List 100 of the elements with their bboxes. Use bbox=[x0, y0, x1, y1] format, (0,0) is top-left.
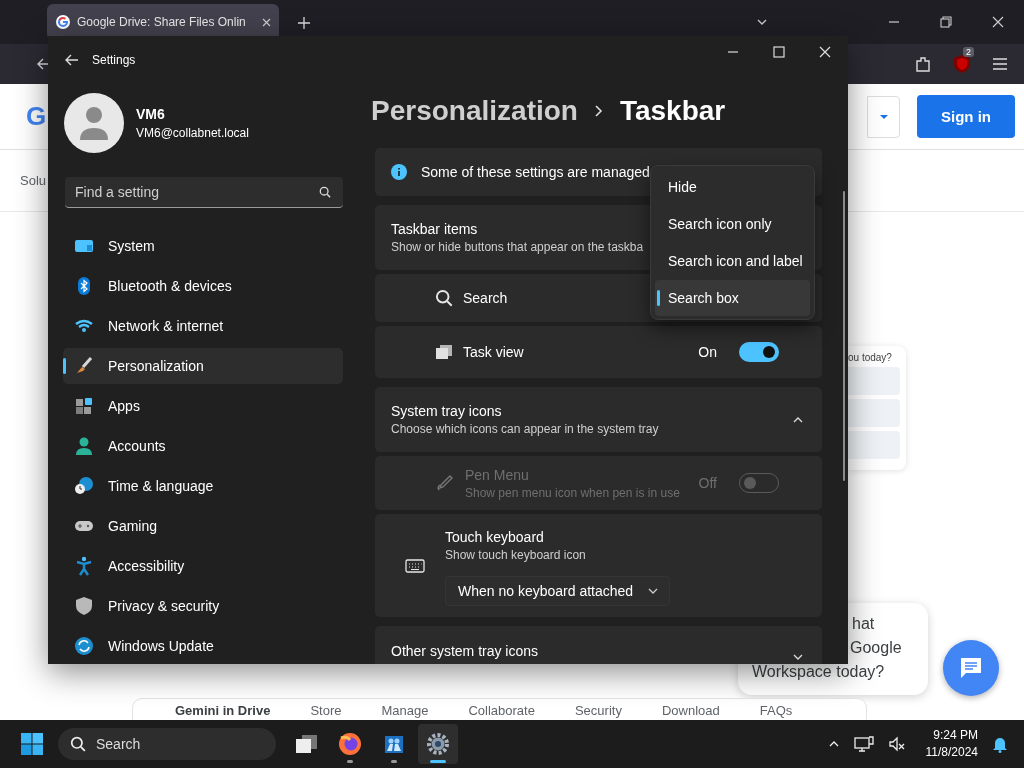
nav-link[interactable]: Solu bbox=[20, 173, 47, 188]
page-title: Taskbar bbox=[619, 95, 726, 127]
search-input[interactable]: Search bbox=[96, 736, 246, 752]
scrollbar[interactable] bbox=[843, 191, 845, 481]
breadcrumb-parent[interactable]: Personalization bbox=[371, 95, 578, 127]
favicon-icon bbox=[55, 14, 71, 30]
person-silhouette-icon bbox=[79, 106, 109, 140]
card-text: ou today? bbox=[848, 352, 893, 363]
search-field[interactable]: Find a setting bbox=[65, 177, 343, 208]
setting-title: Task view bbox=[463, 344, 524, 360]
setting-description: Choose which icons can appear in the system tray bbox=[391, 422, 659, 436]
nav-item[interactable]: System bbox=[63, 228, 343, 264]
bubble-text: Google bbox=[850, 638, 903, 658]
apps-icon bbox=[74, 396, 94, 416]
nav-link[interactable]: Store bbox=[310, 703, 342, 720]
preview-row bbox=[848, 399, 900, 427]
logo: G bbox=[26, 101, 47, 132]
nav-item[interactable]: Windows Update bbox=[63, 628, 343, 664]
nav-item[interactable]: Gaming bbox=[63, 508, 343, 544]
plus-icon[interactable] bbox=[297, 16, 311, 30]
setting-title: Search bbox=[463, 290, 508, 306]
window-title: Settings bbox=[92, 53, 136, 67]
pen-icon bbox=[435, 473, 455, 493]
gear-icon bbox=[426, 732, 450, 756]
nav-link[interactable]: Security bbox=[574, 703, 622, 720]
personalization-icon bbox=[74, 356, 94, 376]
windows-icon bbox=[20, 732, 44, 756]
clock-time[interactable]: 9:24 PM bbox=[925, 727, 978, 744]
chat-button[interactable] bbox=[943, 640, 999, 696]
setting-title: Taskbar items bbox=[391, 221, 478, 237]
search-icon bbox=[70, 736, 86, 752]
accounts-icon bbox=[74, 436, 94, 456]
search-icon bbox=[435, 289, 453, 307]
nav-title: Gemini in Drive bbox=[175, 703, 271, 720]
bubble-text: hat bbox=[852, 614, 876, 634]
stacked-windows-icon bbox=[435, 343, 453, 361]
toggle-state: Off bbox=[698, 475, 717, 491]
message-icon bbox=[958, 655, 984, 681]
bell-icon[interactable] bbox=[992, 735, 1008, 753]
preview-row bbox=[848, 431, 900, 459]
setting-title: Other system tray icons bbox=[391, 643, 539, 659]
preview-row bbox=[848, 367, 900, 395]
nav-item[interactable]: Time & language bbox=[63, 468, 343, 504]
time-icon bbox=[74, 476, 94, 496]
speaker-muted-icon[interactable] bbox=[887, 735, 906, 753]
setting-title: Pen Menu bbox=[465, 466, 529, 483]
setting-description: Show or hide buttons that appear on the taskba bbox=[391, 240, 644, 254]
caret-icon bbox=[878, 113, 889, 120]
search-input[interactable]: Find a setting bbox=[75, 184, 319, 200]
nav-item[interactable]: Network & internet bbox=[63, 308, 343, 344]
setting-title: Touch keyboard bbox=[445, 529, 544, 545]
close-icon[interactable] bbox=[992, 16, 1004, 28]
back-icon[interactable] bbox=[64, 52, 80, 68]
setting-description: Show touch keyboard icon bbox=[445, 548, 586, 562]
nav-item[interactable]: Privacy & security bbox=[63, 588, 343, 624]
nav-item[interactable]: Personalization bbox=[63, 348, 343, 384]
close-icon[interactable] bbox=[819, 46, 831, 58]
bubble-text: Workspace today? bbox=[752, 662, 886, 682]
browser-icon bbox=[338, 732, 362, 756]
setting-title: System tray icons bbox=[391, 403, 502, 419]
nav-link[interactable]: Collaborate bbox=[468, 703, 535, 720]
notice-text: Some of these settings are managed bbox=[421, 164, 650, 180]
toggle-switch[interactable] bbox=[739, 342, 779, 362]
section-header[interactable]: Other system tray icons bbox=[375, 626, 822, 664]
menu-item[interactable]: Search box bbox=[655, 280, 810, 316]
close-icon[interactable] bbox=[262, 17, 271, 27]
user-email: VM6@collabnet.local bbox=[136, 126, 249, 140]
chevron-right-icon bbox=[593, 104, 604, 118]
nav-item[interactable]: Bluetooth & devices bbox=[63, 268, 343, 304]
update-icon bbox=[74, 636, 94, 656]
menu-item[interactable]: Search icon only bbox=[655, 206, 810, 242]
stacked-windows-icon bbox=[294, 732, 318, 756]
search-icon bbox=[319, 186, 331, 198]
section-header[interactable]: System tray icons Choose which icons can appear in the system tray bbox=[375, 387, 822, 452]
taskbar-search[interactable]: Search bbox=[58, 728, 276, 760]
nav-link[interactable]: FAQs bbox=[759, 703, 793, 720]
monitor-icon[interactable] bbox=[853, 735, 874, 753]
toggle-state: On bbox=[698, 344, 717, 360]
restore-icon[interactable] bbox=[940, 16, 952, 28]
shield-icon[interactable] bbox=[952, 54, 972, 74]
puzzle-icon[interactable] bbox=[914, 55, 932, 73]
maximize-icon[interactable] bbox=[773, 46, 785, 58]
sign-in-button[interactable]: Sign in bbox=[917, 95, 1015, 138]
clock-date[interactable]: 11/8/2024 bbox=[925, 744, 978, 761]
user-name: VM6 bbox=[136, 106, 166, 122]
badge: 2 bbox=[963, 47, 974, 57]
nav-item[interactable]: Accounts bbox=[63, 428, 343, 464]
accessibility-icon bbox=[74, 556, 94, 576]
keyboard-icon bbox=[405, 557, 425, 574]
taskbar-app[interactable] bbox=[418, 724, 458, 764]
tab-title: Google Drive: Share Files Onlin bbox=[77, 15, 247, 29]
nav-item[interactable]: Apps bbox=[63, 388, 343, 424]
info-icon bbox=[391, 164, 407, 180]
nav-link[interactable]: Manage bbox=[381, 703, 429, 720]
setting-description: Show pen menu icon when pen is in use bbox=[465, 485, 680, 500]
menu-icon[interactable] bbox=[992, 57, 1008, 71]
dropdown[interactable]: When no keyboard attached bbox=[445, 576, 670, 606]
nav-link[interactable]: Download bbox=[661, 703, 720, 720]
menu-item[interactable]: Hide bbox=[655, 169, 810, 205]
nav-item[interactable]: Accessibility bbox=[63, 548, 343, 584]
